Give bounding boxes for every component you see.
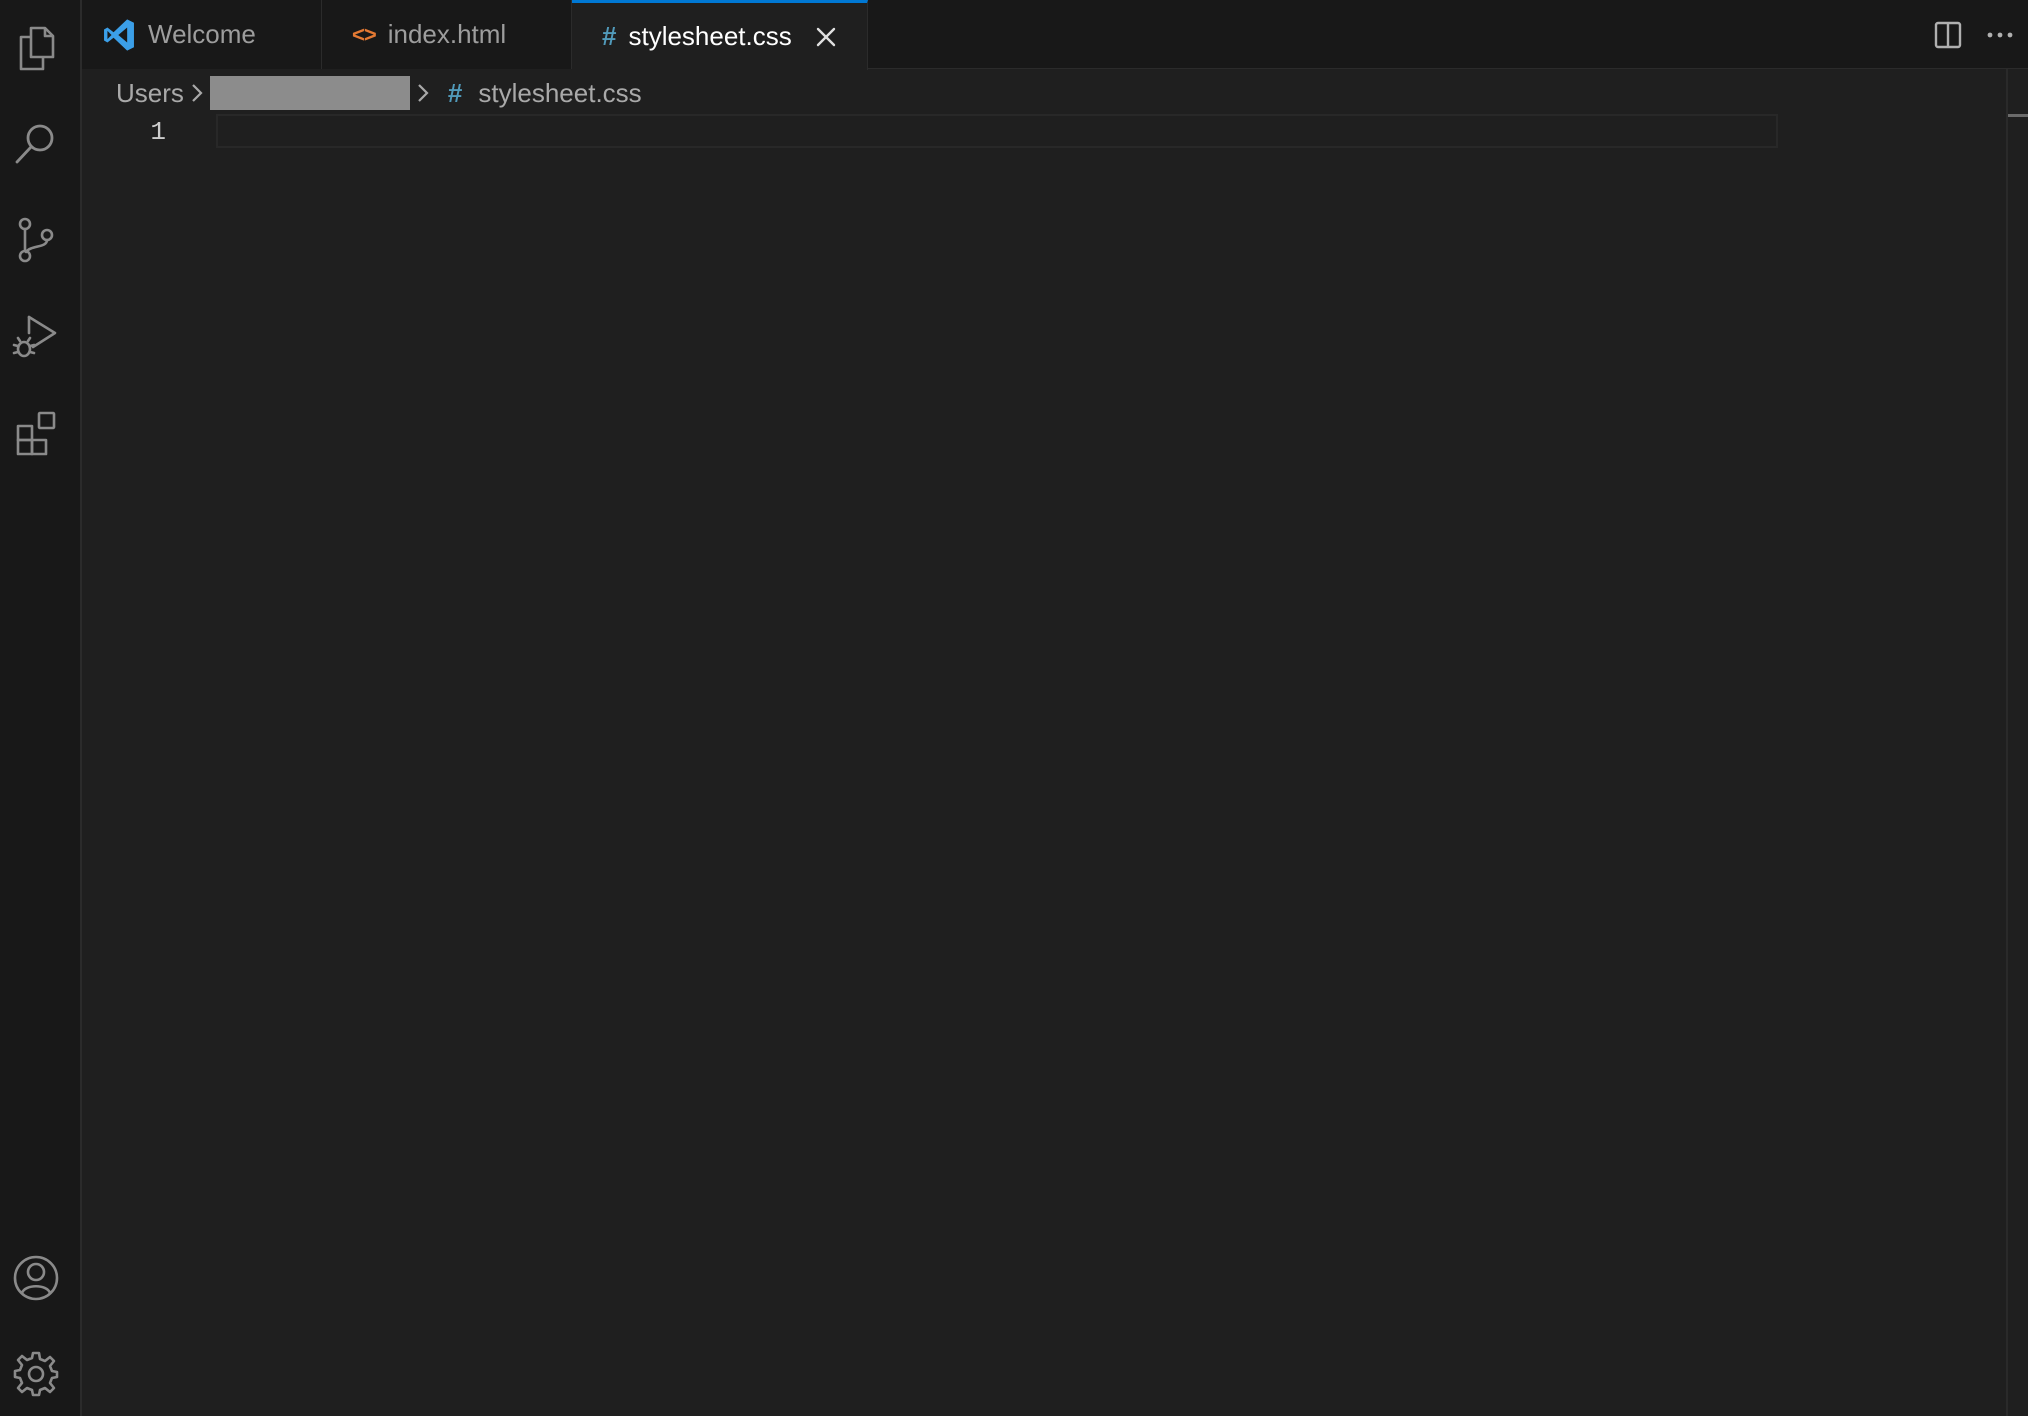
chevron-right-icon bbox=[414, 81, 432, 105]
tab-welcome[interactable]: Welcome bbox=[82, 0, 322, 69]
css-hash-icon: # bbox=[447, 77, 463, 108]
tab-stylesheet-css-label: stylesheet.css bbox=[628, 21, 792, 51]
css-hash-icon: # bbox=[602, 21, 617, 51]
tab-index-html-label: index.html bbox=[387, 19, 507, 49]
line-number: 1 bbox=[150, 117, 166, 147]
tab-stylesheet-css[interactable]: # stylesheet.css bbox=[572, 0, 868, 70]
editor-actions bbox=[1924, 0, 2028, 69]
more-actions-icon[interactable] bbox=[1976, 11, 2024, 59]
activity-bar bbox=[0, 0, 82, 1416]
vscode-window: Welcome <> index.html # stylesheet.css U… bbox=[0, 0, 2028, 1416]
split-editor-icon[interactable] bbox=[1924, 11, 1972, 59]
run-debug-icon[interactable] bbox=[0, 300, 72, 372]
html-code-icon: <> bbox=[352, 21, 377, 47]
breadcrumb-item-file[interactable]: stylesheet.css bbox=[478, 78, 641, 109]
breadcrumb-item-users[interactable]: Users bbox=[116, 78, 184, 109]
scrollbar-marker[interactable] bbox=[2008, 114, 2028, 117]
minimap-divider bbox=[2006, 69, 2008, 1416]
editor-text-area[interactable] bbox=[216, 114, 1778, 148]
tab-index-html[interactable]: <> index.html bbox=[322, 0, 572, 69]
chevron-right-icon bbox=[188, 81, 206, 105]
explorer-icon[interactable] bbox=[0, 12, 72, 84]
account-icon[interactable] bbox=[0, 1242, 72, 1314]
settings-gear-icon[interactable] bbox=[0, 1338, 72, 1410]
close-icon[interactable] bbox=[812, 23, 840, 51]
breadcrumb-item-redacted[interactable] bbox=[209, 76, 410, 110]
tab-welcome-label: Welcome bbox=[148, 19, 256, 49]
search-icon[interactable] bbox=[0, 108, 72, 180]
editor-tab-bar: Welcome <> index.html # stylesheet.css bbox=[82, 0, 2028, 70]
breadcrumb: Users # stylesheet.css bbox=[116, 72, 642, 114]
extensions-icon[interactable] bbox=[0, 396, 72, 468]
vscode-logo-icon bbox=[102, 18, 136, 52]
source-control-icon[interactable] bbox=[0, 204, 72, 276]
